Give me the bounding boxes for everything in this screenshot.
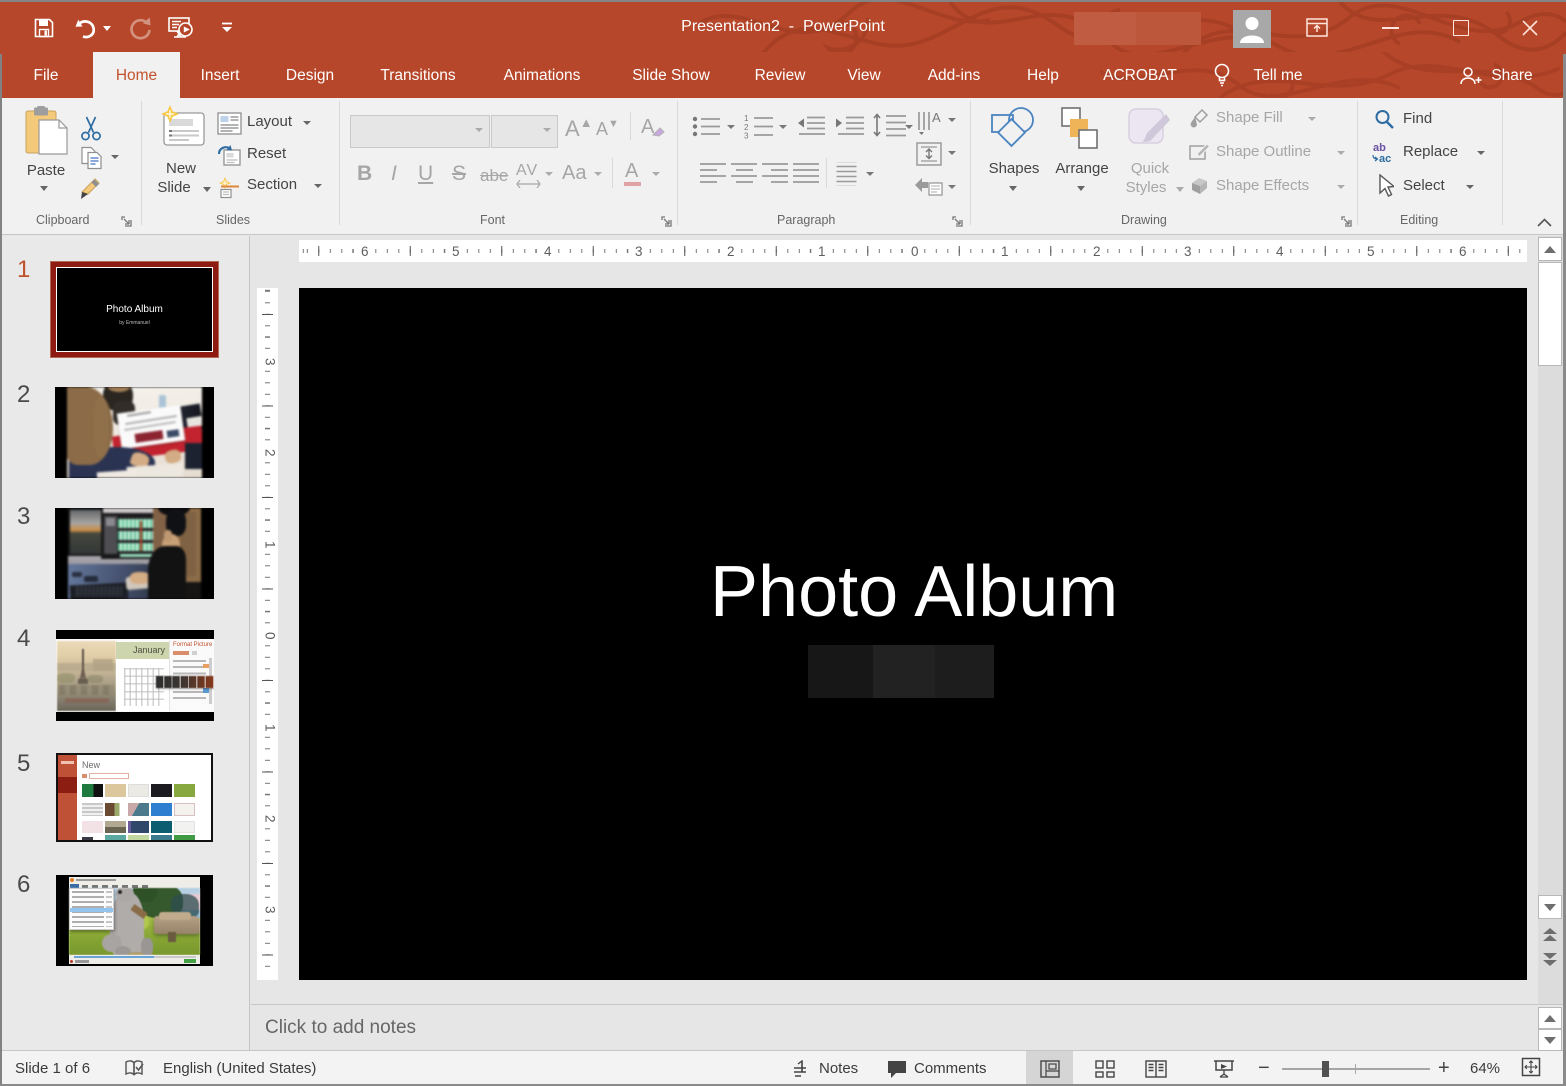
svg-text:ac: ac	[1379, 153, 1391, 163]
svg-text:3: 3	[744, 132, 749, 140]
svg-text:A: A	[932, 110, 941, 125]
svg-text:1: 1	[744, 114, 749, 123]
